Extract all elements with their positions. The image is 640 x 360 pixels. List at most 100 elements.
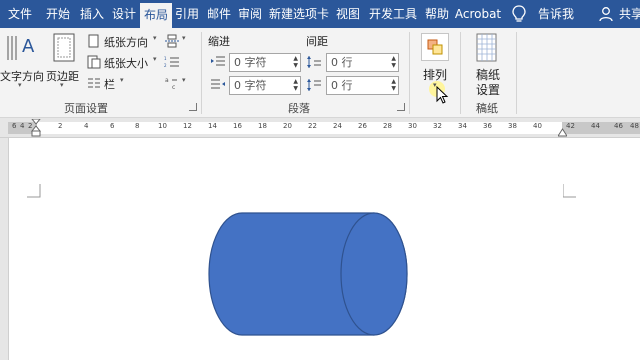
tab-help[interactable]: 帮助	[421, 0, 453, 28]
ruler-number: 6	[12, 122, 17, 130]
chevron-down-icon[interactable]: ▾	[182, 76, 186, 84]
orientation-button[interactable]: 纸张方向	[104, 34, 148, 50]
ruler-number: 18	[258, 122, 267, 130]
spinner-arrows-icon[interactable]: ▲ ▼	[293, 55, 298, 69]
tab-file[interactable]: 文件	[4, 0, 36, 28]
indent-marker-icon[interactable]	[31, 119, 41, 137]
indent-left-icon	[211, 56, 225, 66]
group-divider	[201, 32, 202, 114]
ruler-number: 48	[630, 122, 639, 130]
orientation-icon[interactable]	[86, 34, 102, 48]
spacing-after-value: 0 行	[331, 79, 353, 92]
ruler-number: 4	[20, 122, 25, 130]
tell-me-search[interactable]: 告诉我	[538, 0, 574, 28]
paper-size-button[interactable]: 纸张大小	[104, 55, 148, 71]
menu-bar: 文件 开始 插入 设计 布局 引用 邮件 审阅 新建选项卡 视图 开发工具 帮助…	[0, 0, 640, 28]
horizontal-ruler[interactable]: 6 4 2 2 4 6 8 10 12 14 16 18 20 22 24 26…	[0, 118, 640, 138]
spacing-before-value: 0 行	[331, 56, 353, 69]
ruler-number: 44	[591, 122, 600, 130]
spinner-arrows-icon[interactable]: ▲ ▼	[293, 78, 298, 92]
text-direction-button[interactable]: 文字方向	[0, 68, 44, 84]
tab-layout[interactable]: 布局	[140, 3, 172, 28]
spacing-before-input[interactable]: 0 行 ▲ ▼	[326, 53, 399, 72]
svg-text:a: a	[165, 77, 169, 84]
spacing-after-input[interactable]: 0 行 ▲ ▼	[326, 76, 399, 95]
vertical-ruler[interactable]	[0, 138, 9, 360]
manuscript-paper-icon[interactable]	[475, 33, 499, 63]
chevron-down-icon[interactable]: ▾	[60, 81, 64, 89]
ruler-number: 28	[383, 122, 392, 130]
text-direction-icon[interactable]: A	[4, 32, 40, 64]
tab-developer[interactable]: 开发工具	[366, 0, 420, 28]
group-divider	[516, 32, 517, 114]
ruler-number: 32	[433, 122, 442, 130]
chevron-down-icon[interactable]: ▾	[18, 81, 22, 89]
spinner-arrows-icon[interactable]: ▲ ▼	[391, 78, 396, 92]
spacing-after-icon	[307, 79, 321, 91]
chevron-down-icon[interactable]: ▾	[153, 55, 157, 63]
tab-new-tab[interactable]: 新建选项卡	[267, 0, 331, 28]
chevron-down-icon[interactable]: ▾	[153, 34, 157, 42]
ruler-number: 16	[233, 122, 242, 130]
person-icon[interactable]	[598, 6, 614, 22]
margins-icon[interactable]	[50, 32, 78, 64]
group-divider	[460, 32, 461, 114]
columns-button[interactable]: 栏	[104, 76, 115, 92]
ruler-number: 46	[614, 122, 623, 130]
tab-design[interactable]: 设计	[108, 0, 140, 28]
tab-view[interactable]: 视图	[332, 0, 364, 28]
ruler-number: 8	[135, 122, 140, 130]
ruler-number: 14	[208, 122, 217, 130]
tab-references[interactable]: 引用	[172, 0, 202, 28]
tab-home[interactable]: 开始	[42, 0, 74, 28]
svg-text:A: A	[22, 36, 35, 57]
paragraph-launcher-icon[interactable]	[397, 103, 405, 111]
ruler-number: 26	[358, 122, 367, 130]
lightbulb-icon[interactable]	[511, 5, 527, 23]
tab-review[interactable]: 审阅	[234, 0, 266, 28]
chevron-down-icon[interactable]: ▾	[182, 34, 186, 42]
ruler-number: 10	[158, 122, 167, 130]
svg-text:1: 1	[164, 56, 167, 61]
ruler-number: 12	[183, 122, 192, 130]
ruler-number: 22	[308, 122, 317, 130]
ruler-number: 30	[408, 122, 417, 130]
svg-text:c: c	[172, 84, 175, 90]
tab-mailings[interactable]: 邮件	[203, 0, 235, 28]
ruler-number: 24	[333, 122, 342, 130]
spacing-before-icon	[307, 56, 321, 68]
ruler-number: 2	[58, 122, 63, 130]
arrange-icon[interactable]	[421, 33, 449, 61]
breaks-icon[interactable]	[164, 34, 180, 48]
paper-size-icon[interactable]	[86, 55, 102, 69]
manuscript-group-label: 稿纸	[476, 102, 498, 115]
ruler-number: 40	[533, 122, 542, 130]
columns-icon[interactable]	[86, 76, 102, 90]
paragraph-group-label: 段落	[288, 102, 310, 115]
margin-corner-mark	[563, 184, 576, 198]
ruler-number: 4	[84, 122, 89, 130]
line-numbers-icon[interactable]: 12	[164, 55, 180, 69]
spinner-arrows-icon[interactable]: ▲ ▼	[391, 55, 396, 69]
page-setup-group-label: 页面设置	[64, 102, 108, 115]
page-setup-launcher-icon[interactable]	[189, 103, 197, 111]
document-page[interactable]	[10, 139, 640, 360]
indent-right-input[interactable]: 0 字符 ▲ ▼	[229, 76, 301, 95]
ruler-number: 38	[508, 122, 517, 130]
ruler-number: 36	[483, 122, 492, 130]
tab-insert[interactable]: 插入	[76, 0, 108, 28]
hyphenation-icon[interactable]: a c	[164, 76, 180, 90]
svg-text:2: 2	[164, 63, 167, 68]
ruler-number: 20	[283, 122, 292, 130]
mouse-pointer-icon	[436, 86, 449, 104]
indent-left-value: 0 字符	[234, 56, 267, 69]
margin-corner-mark	[27, 184, 41, 198]
chevron-down-icon[interactable]: ▾	[120, 76, 124, 84]
tab-acrobat[interactable]: Acrobat	[453, 0, 503, 28]
share-button[interactable]: 共享	[619, 0, 640, 28]
indent-label: 缩进	[208, 35, 230, 48]
manuscript-settings-button-line2[interactable]: 设置	[476, 81, 500, 98]
ruler-number: 42	[566, 122, 575, 130]
indent-left-input[interactable]: 0 字符 ▲ ▼	[229, 53, 301, 72]
cylinder-shape[interactable]	[208, 212, 410, 336]
